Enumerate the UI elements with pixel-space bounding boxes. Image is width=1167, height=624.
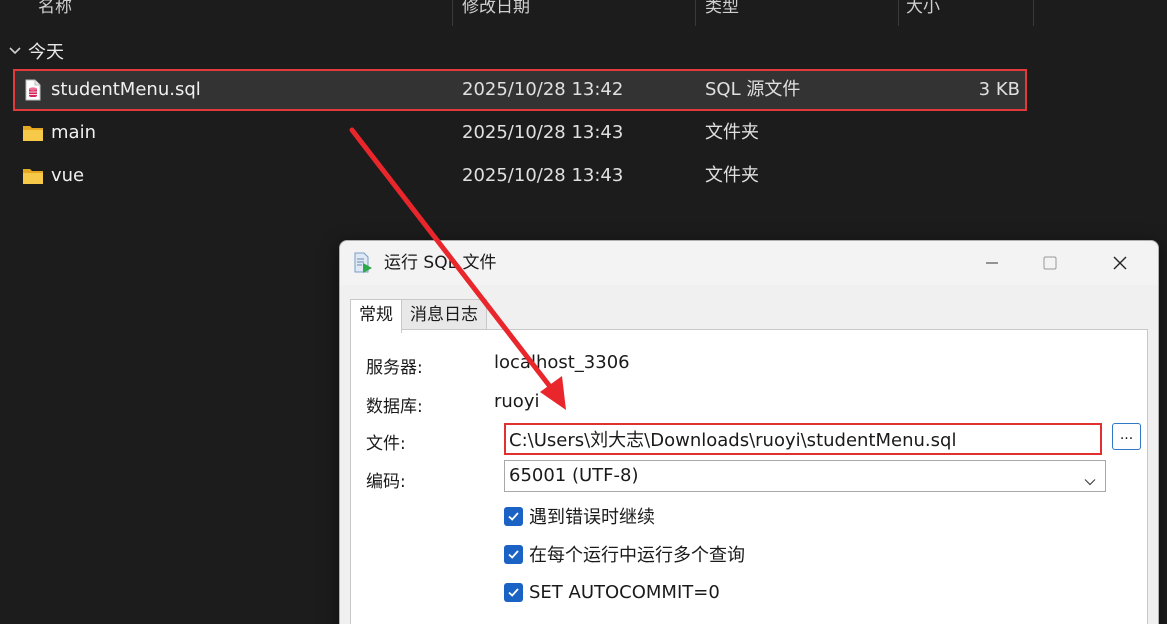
file-size: 3 KB: [978, 79, 1020, 100]
file-row-vue[interactable]: vue 2025/10/28 13:43 文件夹: [14, 156, 1026, 196]
multiple-queries-option[interactable]: 在每个运行中运行多个查询: [504, 541, 745, 567]
column-separator[interactable]: [898, 0, 899, 26]
column-headers: 名称 修改日期 类型 大小: [0, 0, 1035, 26]
minimize-button[interactable]: [962, 241, 1022, 285]
dialog-title: 运行 SQL 文件: [384, 253, 497, 273]
column-header-modified[interactable]: 修改日期: [462, 0, 530, 24]
autocommit-option[interactable]: SET AUTOCOMMIT=0: [504, 579, 720, 605]
continue-on-error-option[interactable]: 遇到错误时继续: [504, 503, 655, 529]
folder-icon: [22, 165, 44, 187]
dialog-tabs: 常规 消息日志: [350, 299, 487, 333]
database-label: 数据库:: [366, 397, 423, 417]
chevron-down-icon[interactable]: [4, 40, 26, 62]
tab-general[interactable]: 常规: [350, 299, 402, 333]
file-type: 文件夹: [705, 165, 759, 186]
general-panel: 服务器: localhost_3306 数据库: ruoyi 文件: ... 编…: [350, 329, 1148, 624]
group-label: 今天: [28, 42, 64, 63]
option-label: SET AUTOCOMMIT=0: [529, 581, 720, 603]
column-header-name[interactable]: 名称: [38, 0, 72, 24]
file-modified: 2025/10/28 13:43: [462, 165, 624, 186]
column-separator[interactable]: [695, 0, 696, 26]
column-separator[interactable]: [452, 0, 453, 26]
encoding-label: 编码:: [366, 472, 406, 492]
folder-icon: [22, 122, 44, 144]
file-name: vue: [51, 165, 85, 186]
file-label: 文件:: [366, 434, 406, 454]
run-sql-icon: [352, 252, 374, 274]
encoding-value: 65001 (UTF-8): [509, 465, 639, 486]
file-type: 文件夹: [705, 122, 759, 143]
close-button[interactable]: [1090, 241, 1150, 285]
group-header-today[interactable]: 今天: [0, 38, 64, 64]
checkbox-checked-icon[interactable]: [504, 544, 523, 564]
option-label: 遇到错误时继续: [529, 507, 655, 528]
encoding-select[interactable]: 65001 (UTF-8): [504, 460, 1106, 492]
checkbox-checked-icon[interactable]: [504, 582, 523, 602]
column-header-type[interactable]: 类型: [705, 0, 739, 24]
server-value: localhost_3306: [494, 352, 630, 373]
checkbox-checked-icon[interactable]: [504, 506, 523, 526]
run-sql-file-dialog: 运行 SQL 文件 常规 消息日志 服务器: localhost_3306 数据…: [339, 240, 1159, 624]
column-separator[interactable]: [1033, 0, 1034, 26]
option-label: 在每个运行中运行多个查询: [529, 545, 745, 566]
chevron-down-icon: [1083, 469, 1097, 486]
file-type: SQL 源文件: [705, 79, 801, 100]
dialog-titlebar[interactable]: 运行 SQL 文件: [340, 241, 1158, 285]
file-name: main: [51, 122, 96, 143]
server-label: 服务器:: [366, 358, 423, 378]
file-modified: 2025/10/28 13:43: [462, 122, 624, 143]
browse-button[interactable]: ...: [1112, 423, 1141, 450]
file-row-studentmenu-sql[interactable]: studentMenu.sql 2025/10/28 13:42 SQL 源文件…: [13, 69, 1027, 111]
database-value: ruoyi: [494, 391, 540, 412]
file-row-main[interactable]: main 2025/10/28 13:43 文件夹: [14, 113, 1026, 153]
column-header-size[interactable]: 大小: [906, 0, 940, 24]
sql-file-icon: [22, 79, 44, 101]
maximize-button[interactable]: [1020, 241, 1080, 285]
file-name: studentMenu.sql: [51, 79, 201, 100]
tab-message-log[interactable]: 消息日志: [401, 299, 487, 331]
file-modified: 2025/10/28 13:42: [462, 79, 624, 100]
file-path-input[interactable]: [504, 423, 1102, 455]
